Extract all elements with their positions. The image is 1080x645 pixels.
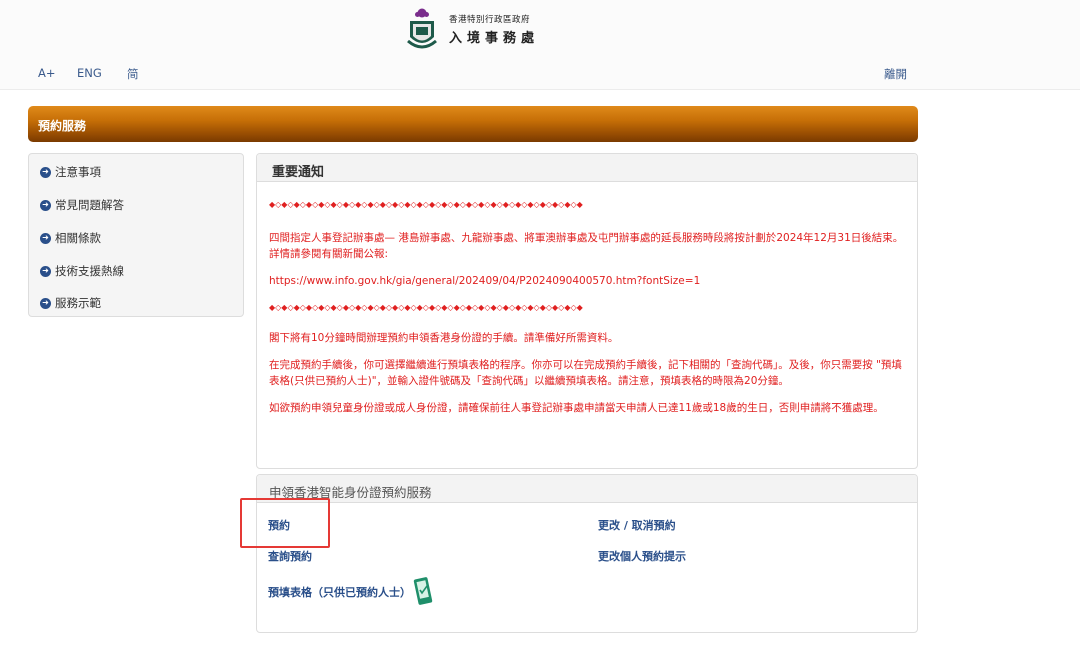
simplified-chinese-link[interactable]: 简 xyxy=(127,66,139,82)
org-name: 入境事務處 xyxy=(449,30,540,46)
sidebar: ➜ 注意事項 ➜ 常見問題解答 ➜ 相關條款 ➜ 技術支援熱線 ➜ 服務示範 xyxy=(28,153,244,317)
arrow-circle-icon: ➜ xyxy=(40,232,51,244)
prefill-form-link[interactable]: 預填表格（只供已預約人士） xyxy=(268,584,411,600)
arrow-circle-icon: ➜ xyxy=(40,199,51,211)
sidebar-item-faq[interactable]: ➜ 常見問題解答 xyxy=(40,197,124,213)
service-header: 申領香港智能身份證預約服務 xyxy=(257,475,917,503)
notice-body: ◆◇◆◇◆◇◆◇◆◇◆◇◆◇◆◇◆◇◆◇◆◇◆◇◆◇◆◇◆◇◆◇◆◇◆◇◆◇◆◇… xyxy=(269,197,909,416)
sidebar-item-label: 技術支援熱線 xyxy=(55,264,124,278)
notice-header: 重要通知 xyxy=(257,154,917,182)
arrow-circle-icon: ➜ xyxy=(40,297,51,309)
change-cancel-link[interactable]: 更改 / 取消預約 xyxy=(598,517,676,533)
sidebar-item-label: 相關條款 xyxy=(55,231,101,245)
notice-separator: ◆◇◆◇◆◇◆◇◆◇◆◇◆◇◆◇◆◇◆◇◆◇◆◇◆◇◆◇◆◇◆◇◆◇◆◇◆◇◆◇… xyxy=(269,200,583,209)
important-notice-panel: 重要通知 ◆◇◆◇◆◇◆◇◆◇◆◇◆◇◆◇◆◇◆◇◆◇◆◇◆◇◆◇◆◇◆◇◆◇◆… xyxy=(256,153,918,469)
sidebar-item-label: 常見問題解答 xyxy=(55,198,124,212)
arrow-circle-icon: ➜ xyxy=(40,265,51,277)
change-reminder-link[interactable]: 更改個人預約提示 xyxy=(598,548,686,564)
appointment-service-panel: 申領香港智能身份證預約服務 xyxy=(256,474,918,633)
mobile-form-icon xyxy=(413,577,433,605)
font-size-link[interactable]: A+ xyxy=(38,66,56,80)
hksar-emblem-icon xyxy=(407,8,437,49)
notice-title: 重要通知 xyxy=(272,165,325,180)
enquire-appointment-link[interactable]: 查詢預約 xyxy=(268,548,312,564)
sidebar-item-label: 服務示範 xyxy=(55,296,101,310)
highlight-box xyxy=(240,498,330,548)
arrow-circle-icon: ➜ xyxy=(40,166,51,178)
sidebar-item-label: 注意事項 xyxy=(55,165,101,179)
sidebar-item-demo[interactable]: ➜ 服務示範 xyxy=(40,295,101,311)
notice-paragraph: 如欲預約申領兒童身份證或成人身份證，請確保前往人事登記辦事處申請當天申請人已達1… xyxy=(269,402,884,414)
logout-link[interactable]: 離開 xyxy=(884,66,907,82)
sidebar-item-notes[interactable]: ➜ 注意事項 xyxy=(40,164,101,180)
banner-title: 預約服務 xyxy=(38,119,87,133)
notice-paragraph: 四間指定人事登記辦事處— 港島辦事處、九龍辦事處、將軍澳辦事處及屯門辦事處的延長… xyxy=(269,232,904,260)
notice-separator: ◆◇◆◇◆◇◆◇◆◇◆◇◆◇◆◇◆◇◆◇◆◇◆◇◆◇◆◇◆◇◆◇◆◇◆◇◆◇◆◇… xyxy=(269,303,583,312)
org-subtitle: 香港特別行政區政府 xyxy=(449,14,531,25)
page-header: 香港特別行政區政府 入境事務處 A+ ENG 简 離開 xyxy=(0,0,1080,90)
immd-logo[interactable]: 香港特別行政區政府 入境事務處 xyxy=(405,7,539,51)
english-link[interactable]: ENG xyxy=(77,66,102,80)
section-banner: 預約服務 xyxy=(28,106,918,142)
notice-paragraph: 在完成預約手續後，你可選擇繼續進行預填表格的程序。你亦可以在完成預約手續後，記下… xyxy=(269,359,902,387)
notice-paragraph: 閣下將有10分鐘時間辦理預約申領香港身份證的手續。請準備好所需資料。 xyxy=(269,332,619,344)
sidebar-item-terms[interactable]: ➜ 相關條款 xyxy=(40,230,101,246)
sidebar-item-hotline[interactable]: ➜ 技術支援熱線 xyxy=(40,263,124,279)
notice-link[interactable]: https://www.info.gov.hk/gia/general/2024… xyxy=(269,273,909,289)
